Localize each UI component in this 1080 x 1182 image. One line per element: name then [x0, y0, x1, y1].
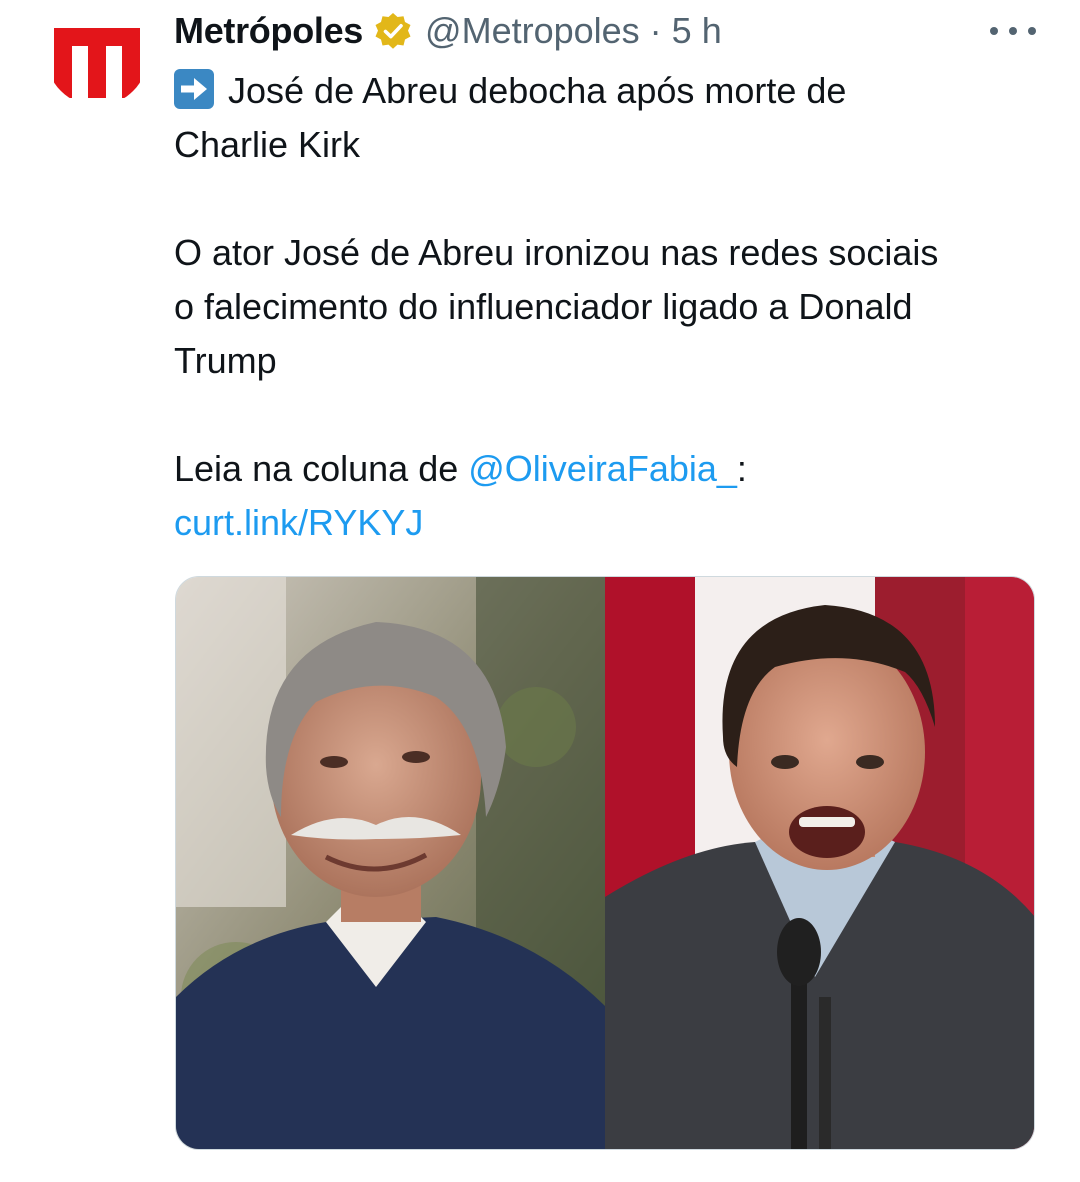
read-more-line: Leia na coluna de @OliveiraFabia_:	[174, 442, 1044, 496]
photo-jose-de-abreu[interactable]	[176, 577, 605, 1149]
read-more-prefix: Leia na coluna de	[174, 448, 469, 489]
headline-line-2: Charlie Kirk	[174, 124, 361, 165]
body-line-3: Trump	[174, 340, 277, 381]
read-more-suffix: :	[736, 448, 747, 489]
tweet-text: José de Abreu debocha após morte de Char…	[174, 64, 1044, 550]
photo-right-illustration	[605, 577, 1034, 1149]
photo-charlie-kirk[interactable]	[605, 577, 1034, 1149]
author-handle[interactable]: @Metropoles	[425, 10, 640, 52]
header-separator: ·	[649, 10, 662, 51]
mention-link[interactable]: @OliveiraFabia_	[468, 448, 737, 489]
more-dot	[1028, 27, 1036, 35]
url-link[interactable]: curt.link/RYKYJ	[174, 496, 1044, 550]
right-arrow-emoji-icon	[174, 69, 214, 109]
body-line-2: o falecimento do influenciador ligado a …	[174, 286, 913, 327]
metropoles-logo-icon	[46, 4, 148, 106]
avatar[interactable]	[46, 4, 148, 106]
headline-text: José de Abreu debocha após morte de	[228, 70, 847, 111]
more-horizontal-icon[interactable]	[990, 16, 1036, 46]
verified-badge-icon	[375, 13, 411, 49]
tweet[interactable]: Metrópoles @Metropoles · 5 h José de Abr…	[0, 0, 1080, 1182]
photo-left-illustration	[176, 577, 605, 1149]
author-display-name[interactable]: Metrópoles	[174, 10, 363, 52]
tweet-media[interactable]	[175, 576, 1035, 1150]
more-dot	[1009, 27, 1017, 35]
body-line-1: O ator José de Abreu ironizou nas redes …	[174, 232, 939, 273]
more-dot	[990, 27, 998, 35]
tweet-header: Metrópoles @Metropoles · 5 h	[174, 8, 722, 54]
tweet-timestamp[interactable]: 5 h	[672, 10, 722, 52]
headline-line-1: José de Abreu debocha após morte de	[174, 64, 1044, 118]
